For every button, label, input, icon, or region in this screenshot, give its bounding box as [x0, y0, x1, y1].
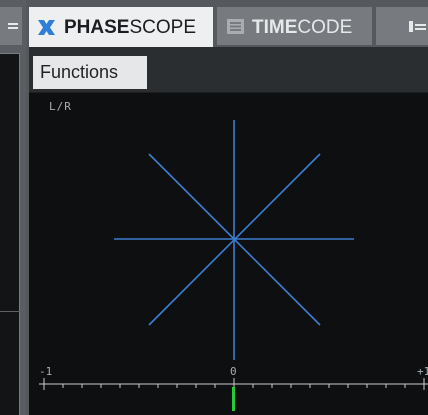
- left-panel: [0, 0, 26, 415]
- correlation-marker: [232, 387, 235, 411]
- menu-icon: [8, 23, 18, 29]
- tab-timecode-label: TIMECODE: [252, 17, 353, 38]
- phasescope-display: [39, 120, 428, 411]
- timecode-icon: [227, 19, 244, 34]
- tab-phasescope-label: PHASESCOPE: [64, 17, 196, 38]
- left-panel-divider: [0, 311, 20, 312]
- scale-tick-label-center: 0: [230, 365, 237, 378]
- tab-timecode[interactable]: TIMECODE: [217, 7, 372, 45]
- tab-level-meter[interactable]: [376, 7, 428, 45]
- phasescope-icon: [38, 20, 55, 35]
- level-meter-icon: [409, 21, 426, 32]
- left-panel-tab[interactable]: [0, 7, 22, 45]
- phasescope-panel: Functions L/R -1 0 +1: [29, 47, 428, 415]
- scale-tick-label-min: -1: [39, 365, 53, 378]
- scale-tick-label-max: +1: [417, 365, 428, 378]
- tab-phasescope[interactable]: PHASESCOPE: [29, 7, 213, 47]
- left-panel-view: [0, 53, 20, 415]
